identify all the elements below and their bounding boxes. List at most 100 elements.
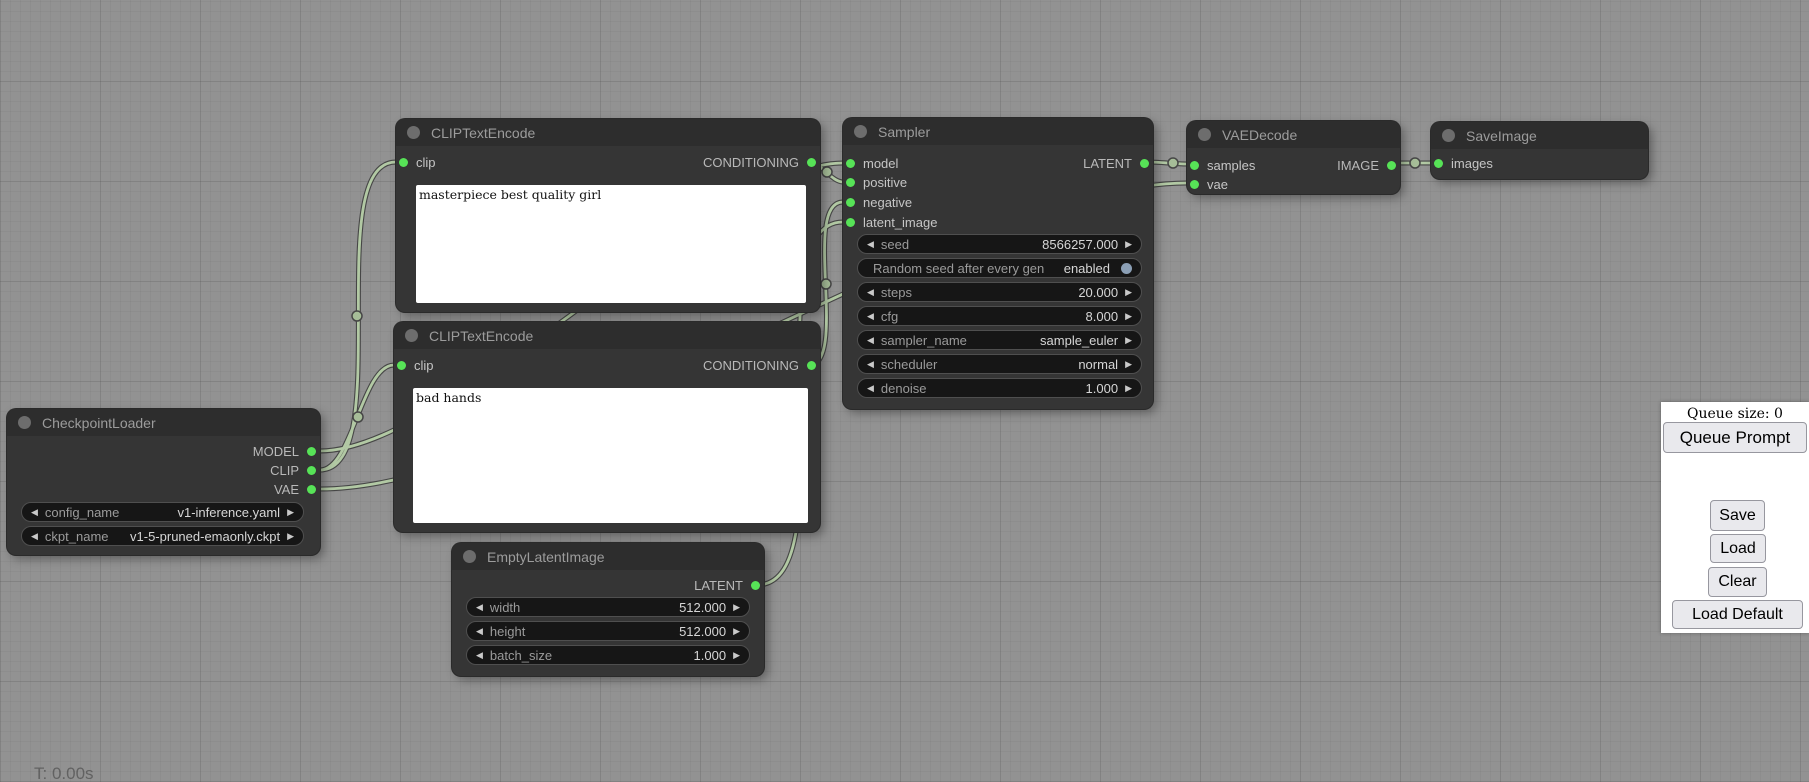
widget-cfg[interactable]: ◀ cfg 8.000 ▶ [857,306,1142,326]
widget-config-name[interactable]: ◀ config_name v1-inference.yaml ▶ [21,502,304,522]
node-title-bar[interactable]: EmptyLatentImage [452,543,764,570]
increment-arrow-icon[interactable]: ▶ [1125,336,1132,345]
widget-batch-size[interactable]: ◀ batch_size 1.000 ▶ [466,645,750,665]
increment-arrow-icon[interactable]: ▶ [287,532,294,541]
node-title: VAEDecode [1222,127,1297,143]
queue-size-label: Queue size: 0 [1661,406,1809,422]
output-conditioning[interactable]: CONDITIONING [396,153,820,172]
input-positive[interactable]: positive [843,173,1153,192]
output-clip[interactable]: CLIP [7,461,320,480]
decrement-arrow-icon[interactable]: ◀ [31,508,38,517]
increment-arrow-icon[interactable]: ▶ [733,651,740,660]
node-sampler[interactable]: Sampler model LATENT positive negative l… [843,118,1153,409]
node-title: CLIPTextEncode [431,125,535,141]
widget-seed[interactable]: ◀ seed 8566257.000 ▶ [857,234,1142,254]
decrement-arrow-icon[interactable]: ◀ [867,312,874,321]
decrement-arrow-icon[interactable]: ◀ [476,603,483,612]
clear-button[interactable]: Clear [1708,567,1767,597]
increment-arrow-icon[interactable]: ▶ [733,603,740,612]
node-saveimage[interactable]: SaveImage images [1431,122,1648,179]
output-port-icon[interactable] [307,466,316,475]
increment-arrow-icon[interactable]: ▶ [1125,384,1132,393]
node-title: CheckpointLoader [42,415,156,431]
widget-steps[interactable]: ◀ steps 20.000 ▶ [857,282,1142,302]
input-port-icon[interactable] [846,198,855,207]
decrement-arrow-icon[interactable]: ◀ [867,384,874,393]
decrement-arrow-icon[interactable]: ◀ [476,651,483,660]
decrement-arrow-icon[interactable]: ◀ [867,288,874,297]
node-title-bar[interactable]: VAEDecode [1187,121,1400,148]
output-port-icon[interactable] [1387,161,1396,170]
node-cliptextencode-positive[interactable]: CLIPTextEncode clip CONDITIONING masterp… [396,119,820,312]
node-title: EmptyLatentImage [487,549,605,565]
node-title-bar[interactable]: SaveImage [1431,122,1648,149]
input-port-icon[interactable] [1434,159,1443,168]
output-image[interactable]: IMAGE [1187,156,1400,175]
input-port-icon[interactable] [846,218,855,227]
decrement-arrow-icon[interactable]: ◀ [31,532,38,541]
input-images[interactable]: images [1431,154,1648,173]
prompt-textarea[interactable]: masterpiece best quality girl [416,185,806,303]
node-graph-canvas[interactable]: T: 0.00s CheckpointLoader MODEL CLIP VAE… [0,0,1809,782]
collapse-dot-icon[interactable] [854,125,867,138]
widget-denoise[interactable]: ◀ denoise 1.000 ▶ [857,378,1142,398]
output-port-icon[interactable] [807,361,816,370]
output-vae[interactable]: VAE [7,480,320,499]
decrement-arrow-icon[interactable]: ◀ [867,336,874,345]
execution-time-label: T: 0.00s [34,764,94,782]
node-title: CLIPTextEncode [429,328,533,344]
prompt-textarea[interactable]: bad hands [413,388,808,523]
input-negative[interactable]: negative [843,193,1153,212]
output-port-icon[interactable] [807,158,816,167]
input-latent-image[interactable]: latent_image [843,213,1153,232]
output-port-icon[interactable] [307,447,316,456]
widget-random-seed-toggle[interactable]: Random seed after every gen enabled [857,258,1142,278]
increment-arrow-icon[interactable]: ▶ [1125,288,1132,297]
queue-prompt-button[interactable]: Queue Prompt [1663,422,1807,453]
increment-arrow-icon[interactable]: ▶ [733,627,740,636]
collapse-dot-icon[interactable] [1198,128,1211,141]
output-model[interactable]: MODEL [7,442,320,461]
collapse-dot-icon[interactable] [1442,129,1455,142]
input-port-icon[interactable] [846,178,855,187]
node-title: Sampler [878,124,930,140]
increment-arrow-icon[interactable]: ▶ [1125,360,1132,369]
output-port-icon[interactable] [751,581,760,590]
collapse-dot-icon[interactable] [407,126,420,139]
decrement-arrow-icon[interactable]: ◀ [867,240,874,249]
increment-arrow-icon[interactable]: ▶ [1125,240,1132,249]
increment-arrow-icon[interactable]: ▶ [1125,312,1132,321]
output-latent[interactable]: LATENT [452,576,764,595]
widget-width[interactable]: ◀ width 512.000 ▶ [466,597,750,617]
node-title-bar[interactable]: CheckpointLoader [7,409,320,436]
node-title-bar[interactable]: Sampler [843,118,1153,145]
load-button[interactable]: Load [1710,534,1766,563]
output-port-icon[interactable] [307,485,316,494]
node-emptylatentimage[interactable]: EmptyLatentImage LATENT ◀ width 512.000 … [452,543,764,676]
input-port-icon[interactable] [1190,180,1199,189]
decrement-arrow-icon[interactable]: ◀ [867,360,874,369]
collapse-dot-icon[interactable] [463,550,476,563]
node-title-bar[interactable]: CLIPTextEncode [396,119,820,146]
output-port-icon[interactable] [1140,159,1149,168]
widget-ckpt-name[interactable]: ◀ ckpt_name v1-5-pruned-emaonly.ckpt ▶ [21,526,304,546]
node-title: SaveImage [1466,128,1537,144]
output-latent[interactable]: LATENT [843,154,1153,173]
toggle-dot-icon[interactable] [1121,263,1132,274]
widget-scheduler[interactable]: ◀ scheduler normal ▶ [857,354,1142,374]
input-vae[interactable]: vae [1187,175,1400,194]
collapse-dot-icon[interactable] [18,416,31,429]
collapse-dot-icon[interactable] [405,329,418,342]
decrement-arrow-icon[interactable]: ◀ [476,627,483,636]
node-checkpointloader[interactable]: CheckpointLoader MODEL CLIP VAE ◀ config… [7,409,320,555]
load-default-button[interactable]: Load Default [1672,600,1803,629]
increment-arrow-icon[interactable]: ▶ [287,508,294,517]
save-button[interactable]: Save [1710,500,1765,531]
widget-sampler-name[interactable]: ◀ sampler_name sample_euler ▶ [857,330,1142,350]
widget-height[interactable]: ◀ height 512.000 ▶ [466,621,750,641]
output-conditioning[interactable]: CONDITIONING [394,356,820,375]
node-title-bar[interactable]: CLIPTextEncode [394,322,820,349]
node-cliptextencode-negative[interactable]: CLIPTextEncode clip CONDITIONING bad han… [394,322,820,532]
node-vaedecode[interactable]: VAEDecode samples IMAGE vae [1187,121,1400,194]
menu-panel: Queue size: 0 Queue Prompt Save Load Cle… [1661,402,1809,633]
